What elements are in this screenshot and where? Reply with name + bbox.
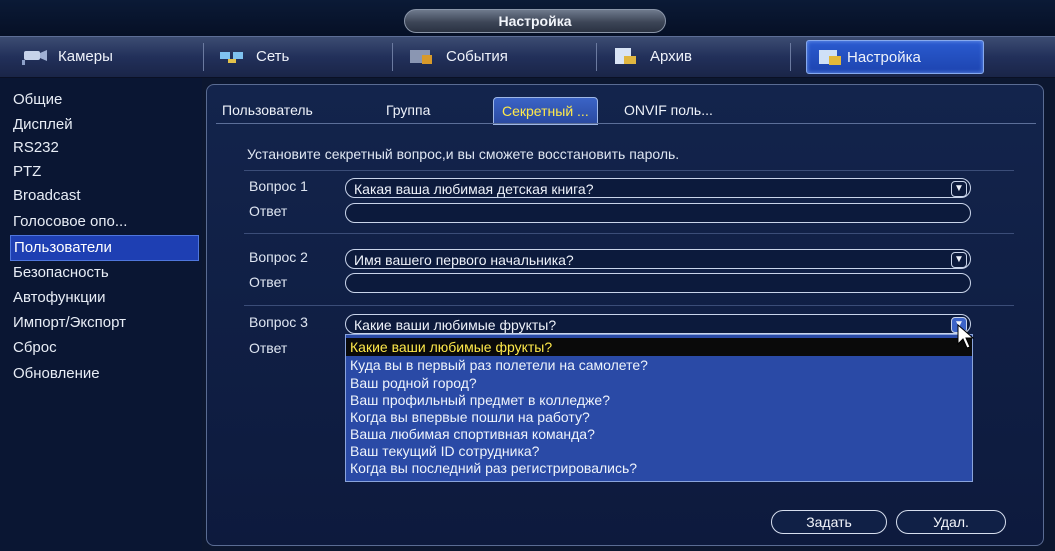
sidebar-item-ptz[interactable]: PTZ	[10, 160, 197, 184]
tab-divider	[216, 123, 1036, 124]
nav-separator	[203, 43, 204, 71]
question-3-value: Какие ваши любимые фрукты?	[354, 317, 557, 333]
answer-1-field[interactable]	[345, 203, 971, 223]
dropdown-option[interactable]: Ваш текущий ID сотрудника?	[346, 442, 972, 460]
main-nav: Камеры Сеть События Архив Настройка	[0, 36, 1055, 78]
sidebar-item-rs232[interactable]: RS232	[10, 136, 197, 160]
nav-tab-label: Сеть	[256, 47, 290, 65]
sidebar-item-update[interactable]: Обновление	[10, 362, 197, 386]
title-bar: Настройка	[0, 0, 1055, 36]
divider	[244, 233, 1014, 234]
divider	[244, 170, 1014, 171]
tab-user[interactable]: Пользователь	[222, 97, 313, 123]
answer-2-label: Ответ	[249, 274, 288, 290]
tab-onvif-users[interactable]: ONVIF поль...	[624, 97, 713, 123]
divider	[244, 305, 1014, 306]
question-1-select[interactable]: Какая ваша любимая детская книга? ▼	[345, 178, 971, 198]
nav-separator	[596, 43, 597, 71]
dropdown-option[interactable]: Ваш родной город?	[346, 374, 972, 392]
question-1-value: Какая ваша любимая детская книга?	[354, 181, 594, 197]
nav-separator	[790, 43, 791, 71]
question-3-label: Вопрос 3	[249, 314, 308, 330]
nav-tab-settings[interactable]: Настройка	[806, 40, 984, 74]
delete-button[interactable]: Удал.	[896, 510, 1006, 534]
dropdown-option[interactable]: Какие ваши любимые фрукты?	[346, 338, 972, 356]
sidebar-item-users[interactable]: Пользователи	[10, 235, 199, 261]
sidebar-item-broadcast[interactable]: Broadcast	[10, 184, 197, 208]
nav-tab-label: Камеры	[58, 47, 113, 65]
dropdown-option[interactable]: Когда вы последний раз регистрировались?	[346, 459, 972, 477]
camera-icon	[20, 46, 48, 66]
dropdown-option[interactable]: Ваш профильный предмет в колледже?	[346, 391, 972, 409]
archive-icon	[612, 46, 640, 66]
sidebar-item-display[interactable]: Дисплей	[10, 113, 197, 137]
set-button[interactable]: Задать	[771, 510, 887, 534]
sidebar-item-general[interactable]: Общие	[10, 88, 197, 112]
question-2-value: Имя вашего первого начальника?	[354, 252, 574, 268]
tab-group[interactable]: Группа	[386, 97, 430, 123]
answer-3-label: Ответ	[249, 340, 288, 356]
chevron-down-icon[interactable]: ▼	[951, 252, 967, 268]
question-2-select[interactable]: Имя вашего первого начальника? ▼	[345, 249, 971, 269]
answer-1-label: Ответ	[249, 203, 288, 219]
nav-tab-cameras[interactable]: Камеры	[20, 40, 113, 72]
nav-tab-label: Настройка	[847, 48, 921, 66]
answer-2-field[interactable]	[345, 273, 971, 293]
question-3-dropdown: Какие ваши любимые фрукты? Куда вы в пер…	[345, 334, 973, 482]
question-3-select[interactable]: Какие ваши любимые фрукты? ▼	[345, 314, 971, 334]
nav-separator	[392, 43, 393, 71]
mouse-cursor-icon	[957, 324, 975, 349]
info-text: Установите секретный вопрос,и вы сможете…	[247, 146, 680, 162]
nav-tab-network[interactable]: Сеть	[218, 40, 289, 72]
question-1-label: Вопрос 1	[249, 178, 308, 194]
settings-icon	[817, 47, 845, 67]
sidebar-item-autofunctions[interactable]: Автофункции	[10, 286, 197, 310]
nav-tab-events[interactable]: События	[408, 40, 508, 72]
chevron-down-icon[interactable]: ▼	[951, 181, 967, 197]
question-2-label: Вопрос 2	[249, 249, 308, 265]
dropdown-option[interactable]: Ваша любимая спортивная команда?	[346, 425, 972, 443]
sidebar-item-reset[interactable]: Сброс	[10, 336, 197, 360]
nav-tab-label: Архив	[650, 47, 693, 65]
sidebar-item-security[interactable]: Безопасность	[10, 261, 197, 285]
events-icon	[408, 46, 436, 66]
nav-tab-archive[interactable]: Архив	[612, 40, 692, 72]
sidebar-item-voice[interactable]: Голосовое опо...	[10, 210, 197, 234]
dropdown-option[interactable]: Куда вы в первый раз полетели на самолет…	[346, 356, 972, 374]
window-title: Настройка	[404, 9, 666, 33]
dropdown-option[interactable]: Когда вы впервые пошли на работу?	[346, 408, 972, 426]
tab-secret-question[interactable]: Секретный ...	[493, 97, 598, 125]
network-icon	[218, 46, 246, 66]
sidebar-item-import-export[interactable]: Импорт/Экспорт	[10, 311, 197, 335]
nav-tab-label: События	[446, 47, 508, 65]
